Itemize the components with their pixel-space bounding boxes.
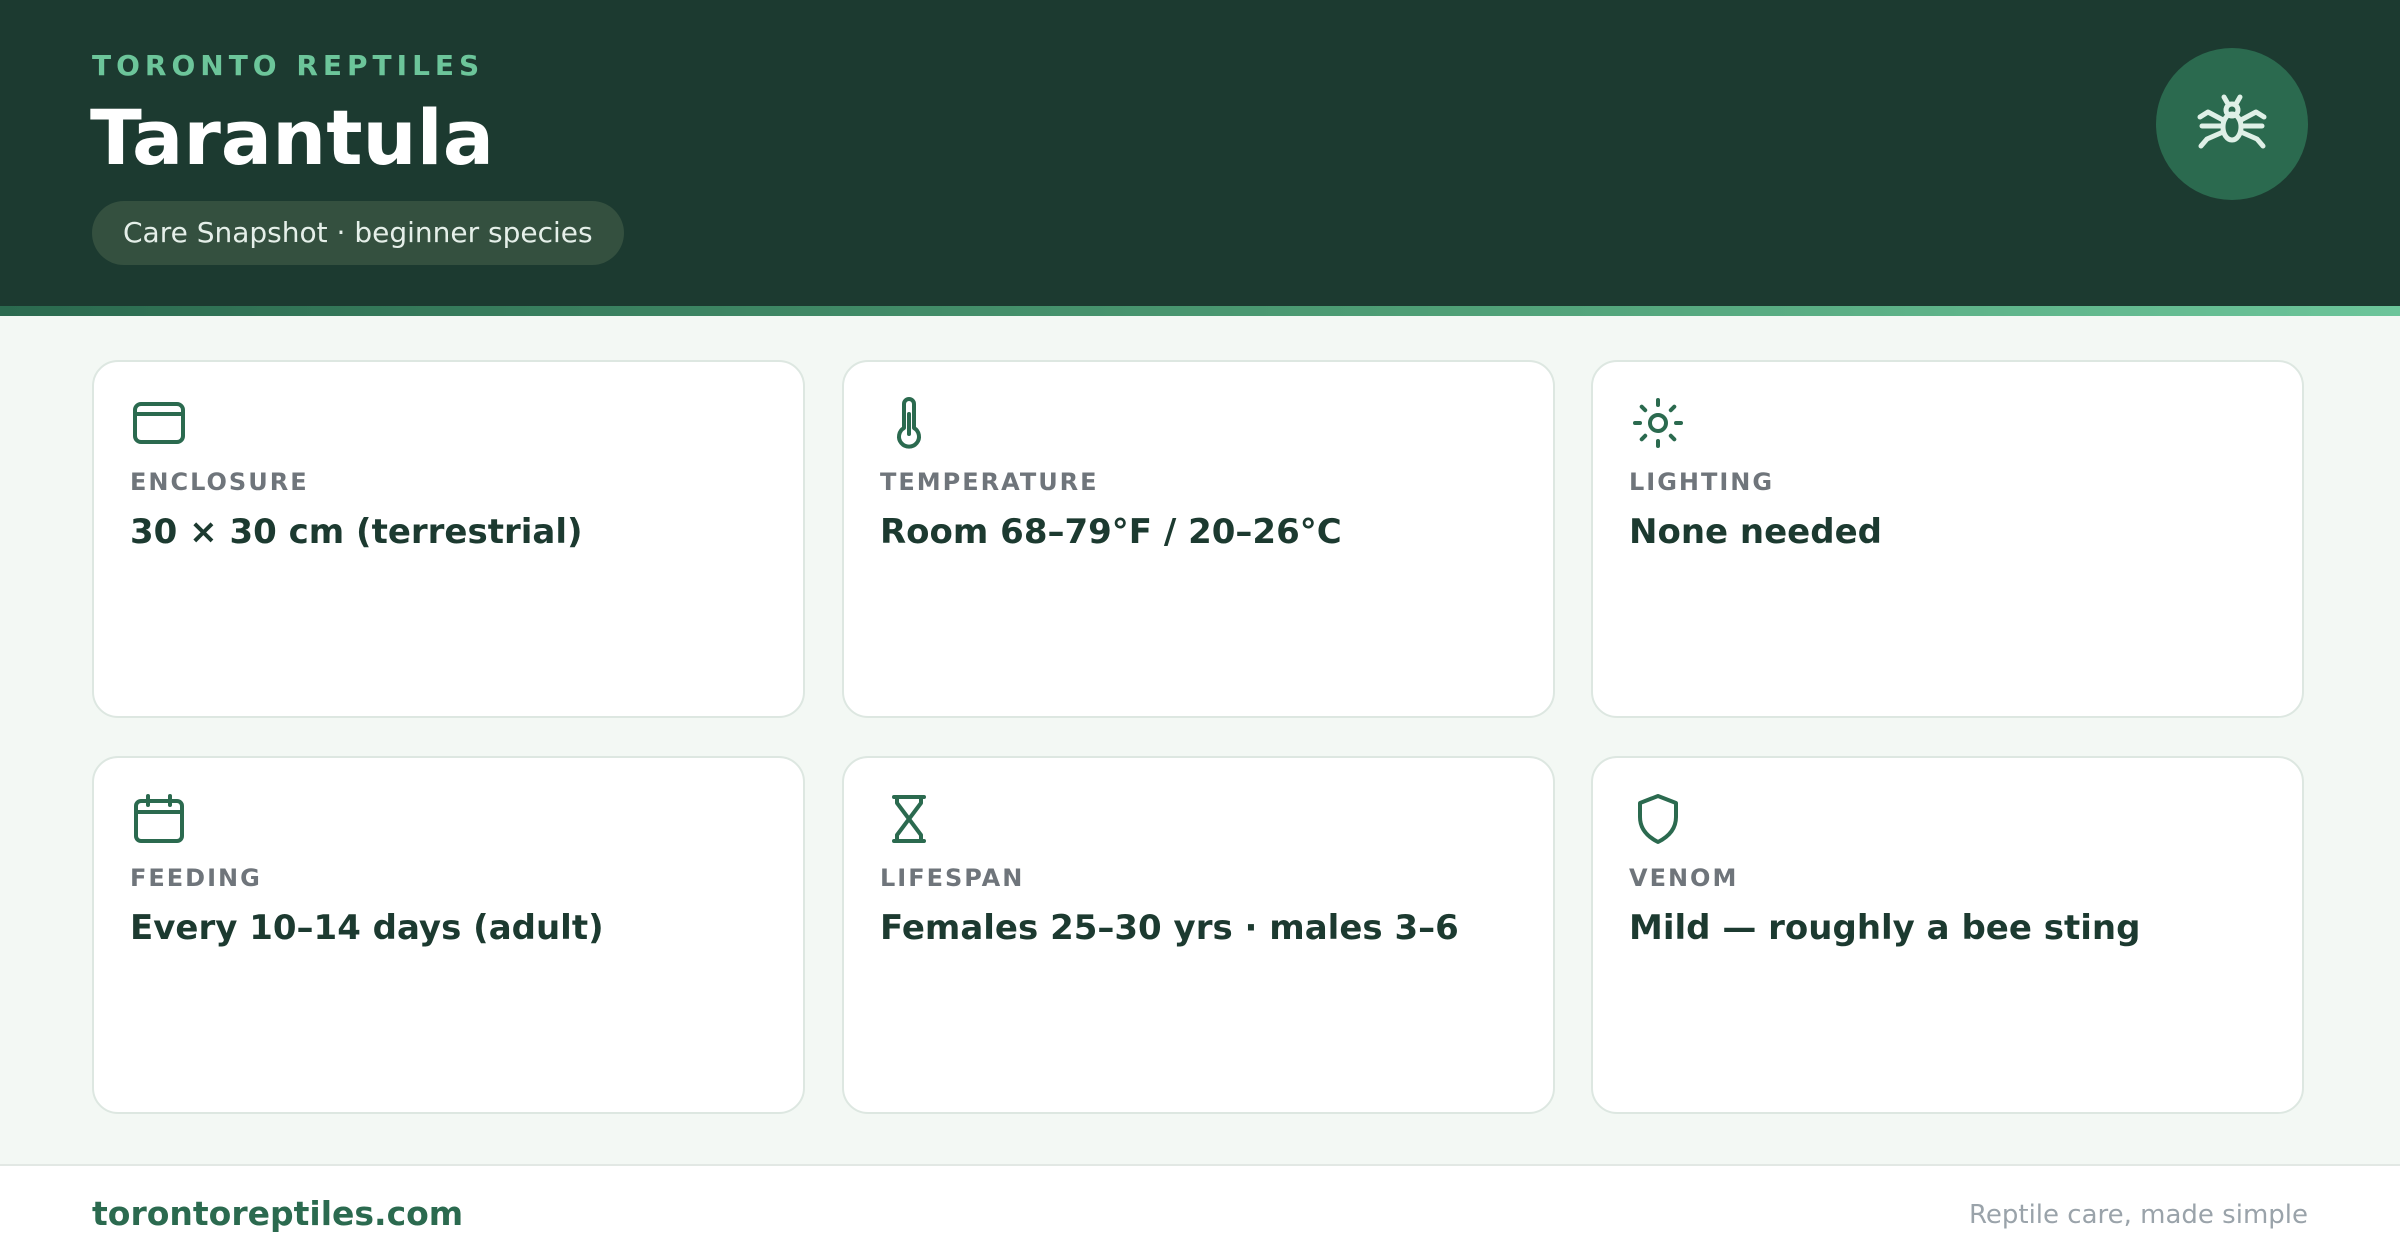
card-value: Room 68–79°F / 20–26°C (880, 512, 1342, 552)
care-card-venom: VENOM Mild — roughly a bee sting (1591, 756, 2304, 1114)
card-label: VENOM (1629, 864, 1739, 892)
species-badge (2156, 48, 2308, 200)
care-card-lighting: LIGHTING None needed (1591, 360, 2304, 718)
header: TORONTO REPTILES Tarantula Care Snapshot… (0, 0, 2400, 306)
care-card-lifespan: LIFESPAN Females 25–30 yrs · males 3–6 (842, 756, 1555, 1114)
care-card-feeding: FEEDING Every 10–14 days (adult) (92, 756, 805, 1114)
card-label: LIGHTING (1629, 468, 1775, 496)
card-label: FEEDING (130, 864, 262, 892)
sun-icon (1633, 398, 1683, 448)
card-label: ENCLOSURE (130, 468, 309, 496)
care-card-enclosure: ENCLOSURE 30 × 30 cm (terrestrial) (92, 360, 805, 718)
calendar-icon (134, 794, 184, 843)
enclosure-icon (133, 402, 185, 444)
hourglass-icon (892, 795, 926, 843)
card-value: Females 25–30 yrs · males 3–6 (880, 908, 1459, 948)
footer-tagline: Reptile care, made simple (1968, 1200, 2308, 1230)
shield-icon (1638, 794, 1678, 844)
card-value: 30 × 30 cm (terrestrial) (130, 512, 583, 552)
subtitle-pill: Care Snapshot · beginner species (92, 201, 624, 265)
care-card-temperature: TEMPERATURE Room 68–79°F / 20–26°C (842, 360, 1555, 718)
card-label: TEMPERATURE (880, 468, 1099, 496)
card-value: Mild — roughly a bee sting (1629, 908, 2141, 948)
card-value: Every 10–14 days (adult) (130, 908, 604, 948)
page-title: Tarantula (90, 93, 494, 182)
footer-site-link[interactable]: torontoreptiles.com (92, 1194, 463, 1233)
footer: torontoreptiles.com Reptile care, made s… (0, 1164, 2400, 1260)
brand-name: TORONTO REPTILES (92, 49, 485, 82)
card-value: None needed (1629, 512, 1882, 552)
spider-icon (2197, 94, 2267, 149)
thermometer-icon (897, 397, 921, 449)
card-label: LIFESPAN (880, 864, 1025, 892)
header-accent-bar (0, 306, 2400, 316)
